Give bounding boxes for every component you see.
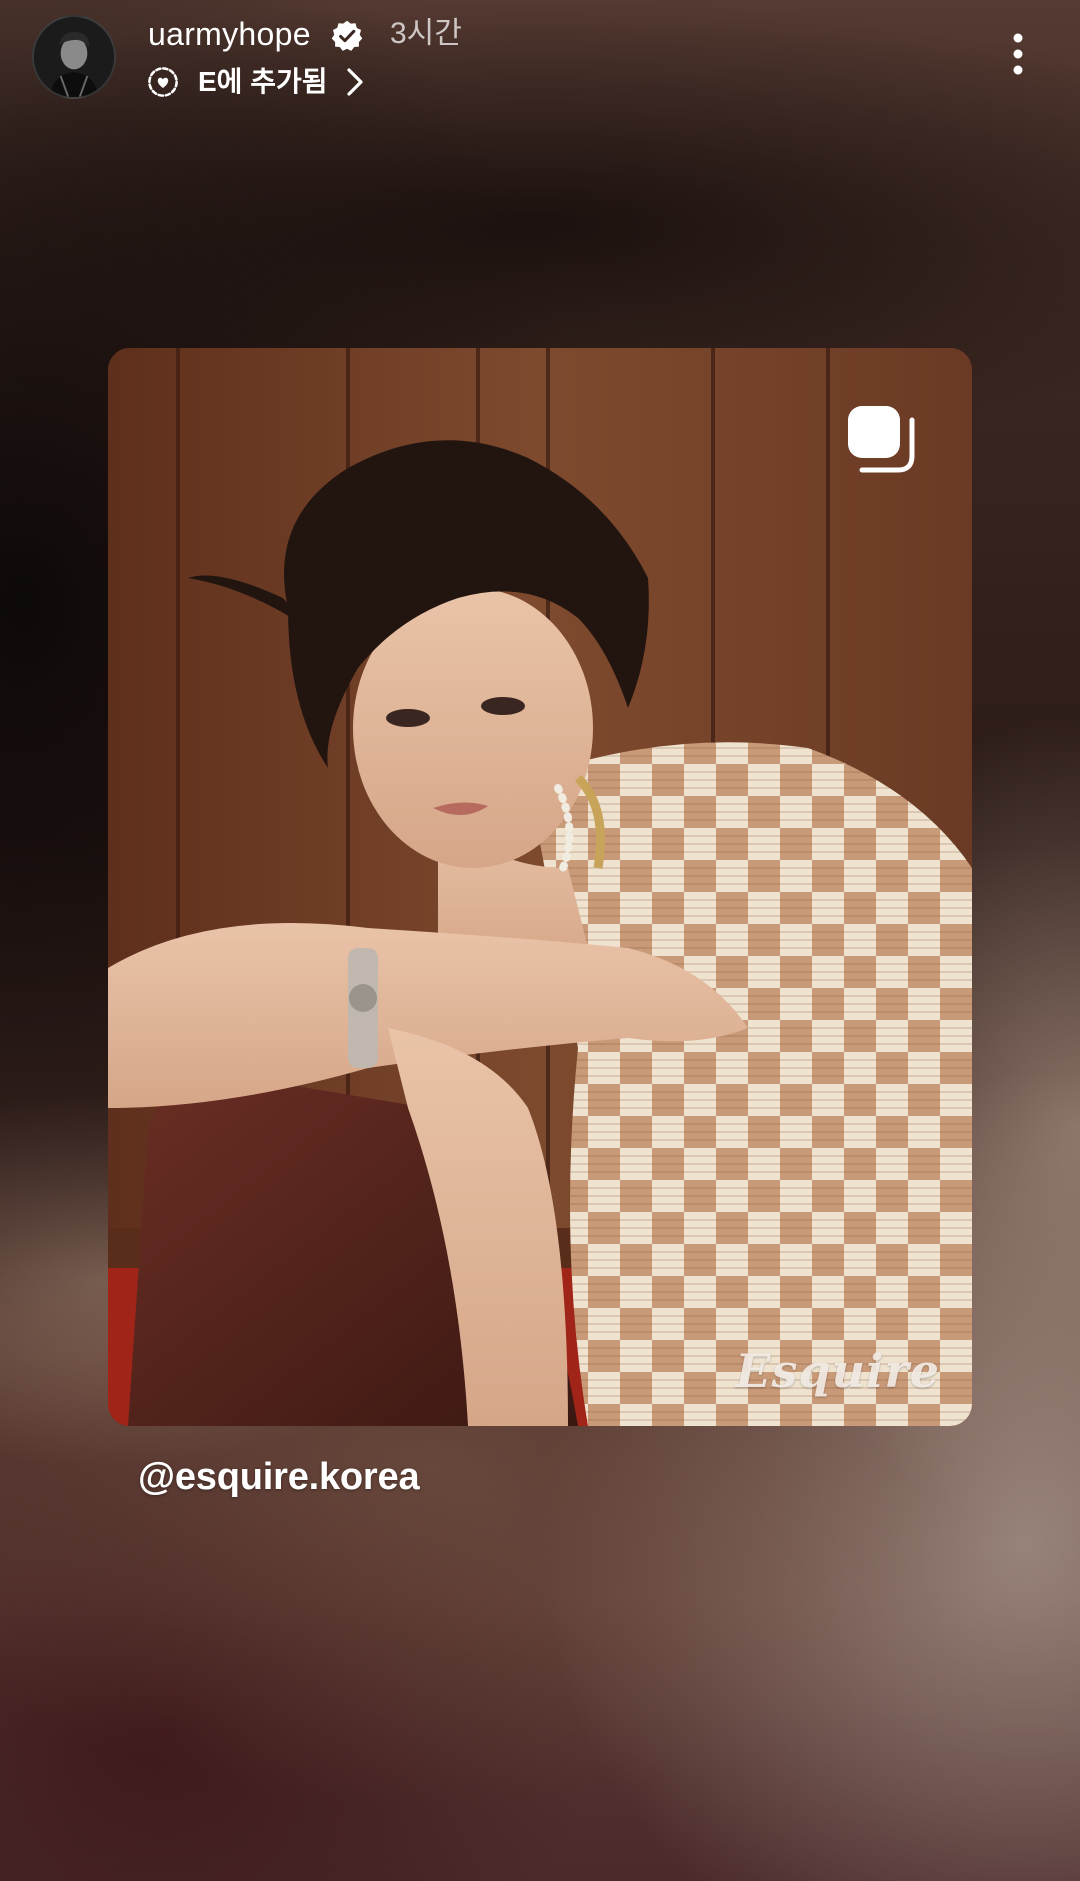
verified-badge-icon: [331, 20, 363, 51]
avatar[interactable]: [32, 15, 116, 99]
highlight-label: E에 추가됨: [198, 66, 328, 97]
story-header: uarmyhope 3시간 E에 추가됨: [0, 0, 1080, 110]
highlight-heart-icon: [148, 67, 178, 97]
timestamp: 3시간: [390, 17, 462, 50]
carousel-icon: [848, 406, 915, 473]
post-card[interactable]: Esquire: [108, 348, 972, 1426]
more-vertical-icon[interactable]: [1000, 30, 1036, 78]
username[interactable]: uarmyhope: [148, 14, 311, 54]
highlight-link[interactable]: E에 추가됨: [146, 62, 366, 102]
chevron-right-icon: [346, 68, 363, 96]
post-photo: [108, 348, 972, 1426]
avatar-image: [34, 17, 114, 97]
mention-sticker[interactable]: @esquire.korea: [138, 1452, 420, 1502]
brand-watermark: Esquire: [735, 1344, 940, 1398]
